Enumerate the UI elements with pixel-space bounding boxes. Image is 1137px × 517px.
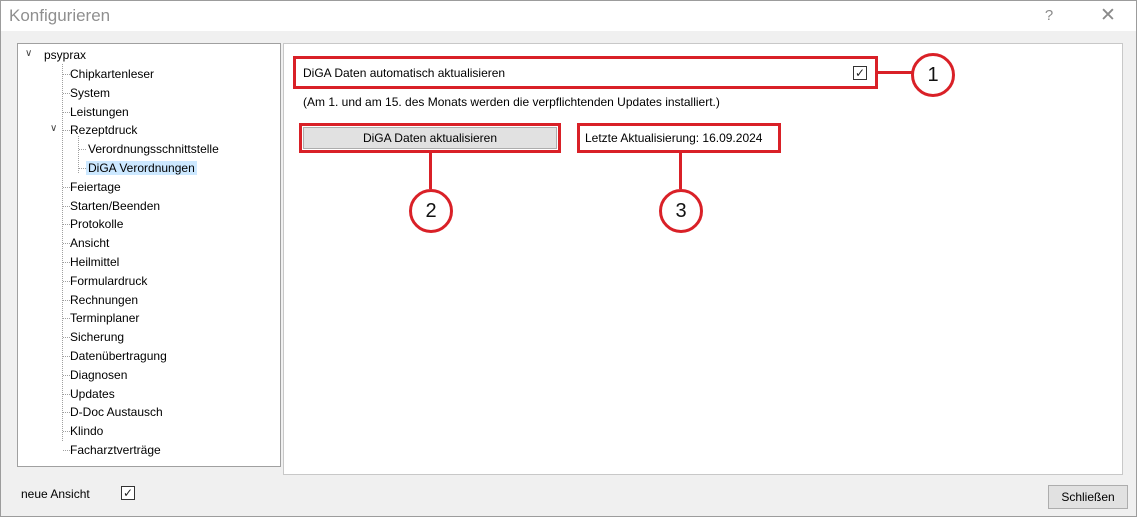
tree-item-label: Datenübertragung bbox=[70, 349, 167, 363]
tree-item[interactable]: D-Doc Austausch bbox=[68, 403, 165, 421]
tree-root[interactable]: psyprax bbox=[42, 46, 88, 64]
tree-item[interactable]: Updates bbox=[68, 385, 117, 403]
tree-item[interactable]: Starten/Beenden bbox=[68, 197, 162, 215]
tree-item[interactable]: Rechnungen bbox=[68, 291, 140, 309]
tree-item[interactable]: Protokolle bbox=[68, 215, 125, 233]
expand-icon[interactable]: ∨ bbox=[50, 123, 57, 134]
tree-item-label: Rechnungen bbox=[70, 292, 139, 307]
tree-item[interactable]: Feiertage bbox=[68, 178, 123, 196]
new-view-checkbox[interactable]: ✓ bbox=[121, 486, 135, 500]
callout-line-2 bbox=[429, 153, 432, 189]
expand-icon[interactable]: ∨ bbox=[25, 48, 32, 59]
tree-item-label: Feiertage bbox=[70, 179, 121, 194]
tree-item-label: Terminplaner bbox=[70, 311, 140, 326]
tree-item[interactable]: Diagnosen bbox=[68, 366, 129, 384]
tree-item-label: Protokolle bbox=[70, 217, 124, 232]
tree-item[interactable]: DiGA Verordnungen bbox=[86, 159, 197, 177]
tree-item[interactable]: Rezeptdruck bbox=[68, 121, 139, 139]
new-view-label: neue Ansicht bbox=[21, 487, 90, 501]
callout-3: 3 bbox=[659, 189, 703, 233]
tree-item-label: Formulardruck bbox=[70, 273, 148, 288]
tree-item-label: Rezeptdruck bbox=[70, 123, 138, 138]
tree-item[interactable]: Heilmittel bbox=[68, 253, 121, 271]
tree-connector bbox=[62, 64, 63, 441]
tree-item-label: Chipkartenleser bbox=[70, 67, 155, 81]
highlight-last-update bbox=[577, 123, 781, 153]
callout-1: 1 bbox=[911, 53, 955, 97]
tree-item[interactable]: Chipkartenleser bbox=[68, 65, 156, 83]
close-button[interactable]: Schließen bbox=[1048, 485, 1128, 509]
tree-item-label: Starten/Beenden bbox=[70, 198, 161, 213]
configure-dialog: Konfigurieren ? ✕ ∨ psyprax Chipkartenle… bbox=[0, 0, 1137, 517]
tree-item-label: Heilmittel bbox=[70, 255, 120, 269]
tree-item-label: Verordnungsschnittstelle bbox=[88, 142, 219, 157]
tree-item[interactable]: Datenübertragung bbox=[68, 347, 169, 365]
callout-2: 2 bbox=[409, 189, 453, 233]
help-button[interactable]: ? bbox=[1038, 5, 1060, 27]
tree-item-label: Leistungen bbox=[70, 104, 129, 119]
tree-item[interactable]: System bbox=[68, 84, 112, 102]
tree-item-label: Diagnosen bbox=[70, 367, 128, 382]
title-bar: Konfigurieren ? ✕ bbox=[1, 1, 1136, 31]
tree-item-label: Sicherung bbox=[70, 330, 125, 345]
settings-tree: ∨ psyprax Chipkartenleser System Leistunge… bbox=[17, 43, 281, 467]
tree-item[interactable]: Leistungen bbox=[68, 103, 131, 121]
tree-connector-h bbox=[79, 149, 86, 151]
tree-item-label: Ansicht bbox=[70, 236, 110, 251]
callout-line-1 bbox=[878, 71, 912, 74]
tree-item[interactable]: Formulardruck bbox=[68, 272, 149, 290]
tree-item-label: D-Doc Austausch bbox=[70, 405, 163, 420]
close-window-button[interactable]: ✕ bbox=[1097, 5, 1119, 27]
callout-line-3 bbox=[679, 153, 682, 189]
highlight-update-button bbox=[299, 123, 561, 153]
window-title: Konfigurieren bbox=[9, 6, 111, 25]
tree-item[interactable]: Ansicht bbox=[68, 234, 111, 252]
tree-item-label: Facharztverträge bbox=[70, 443, 161, 457]
tree-item-label: Updates bbox=[70, 386, 115, 401]
highlight-auto-update bbox=[293, 56, 878, 89]
tree-item-label: System bbox=[70, 85, 111, 100]
tree-item-label: Klindo bbox=[70, 424, 104, 439]
tree-item[interactable]: Klindo bbox=[68, 422, 105, 440]
tree-item-label: DiGA Verordnungen bbox=[86, 161, 197, 175]
tree-connector-h bbox=[79, 168, 86, 169]
tree-root-label: psyprax bbox=[44, 48, 87, 62]
update-schedule-note: (Am 1. und am 15. des Monats werden die … bbox=[303, 95, 720, 109]
tree-item[interactable]: Verordnungsschnittstelle bbox=[86, 140, 221, 158]
tree-item[interactable]: Terminplaner bbox=[68, 309, 141, 327]
tree-item[interactable]: Facharztverträge bbox=[68, 441, 163, 459]
tree-item[interactable]: Sicherung bbox=[68, 328, 126, 346]
